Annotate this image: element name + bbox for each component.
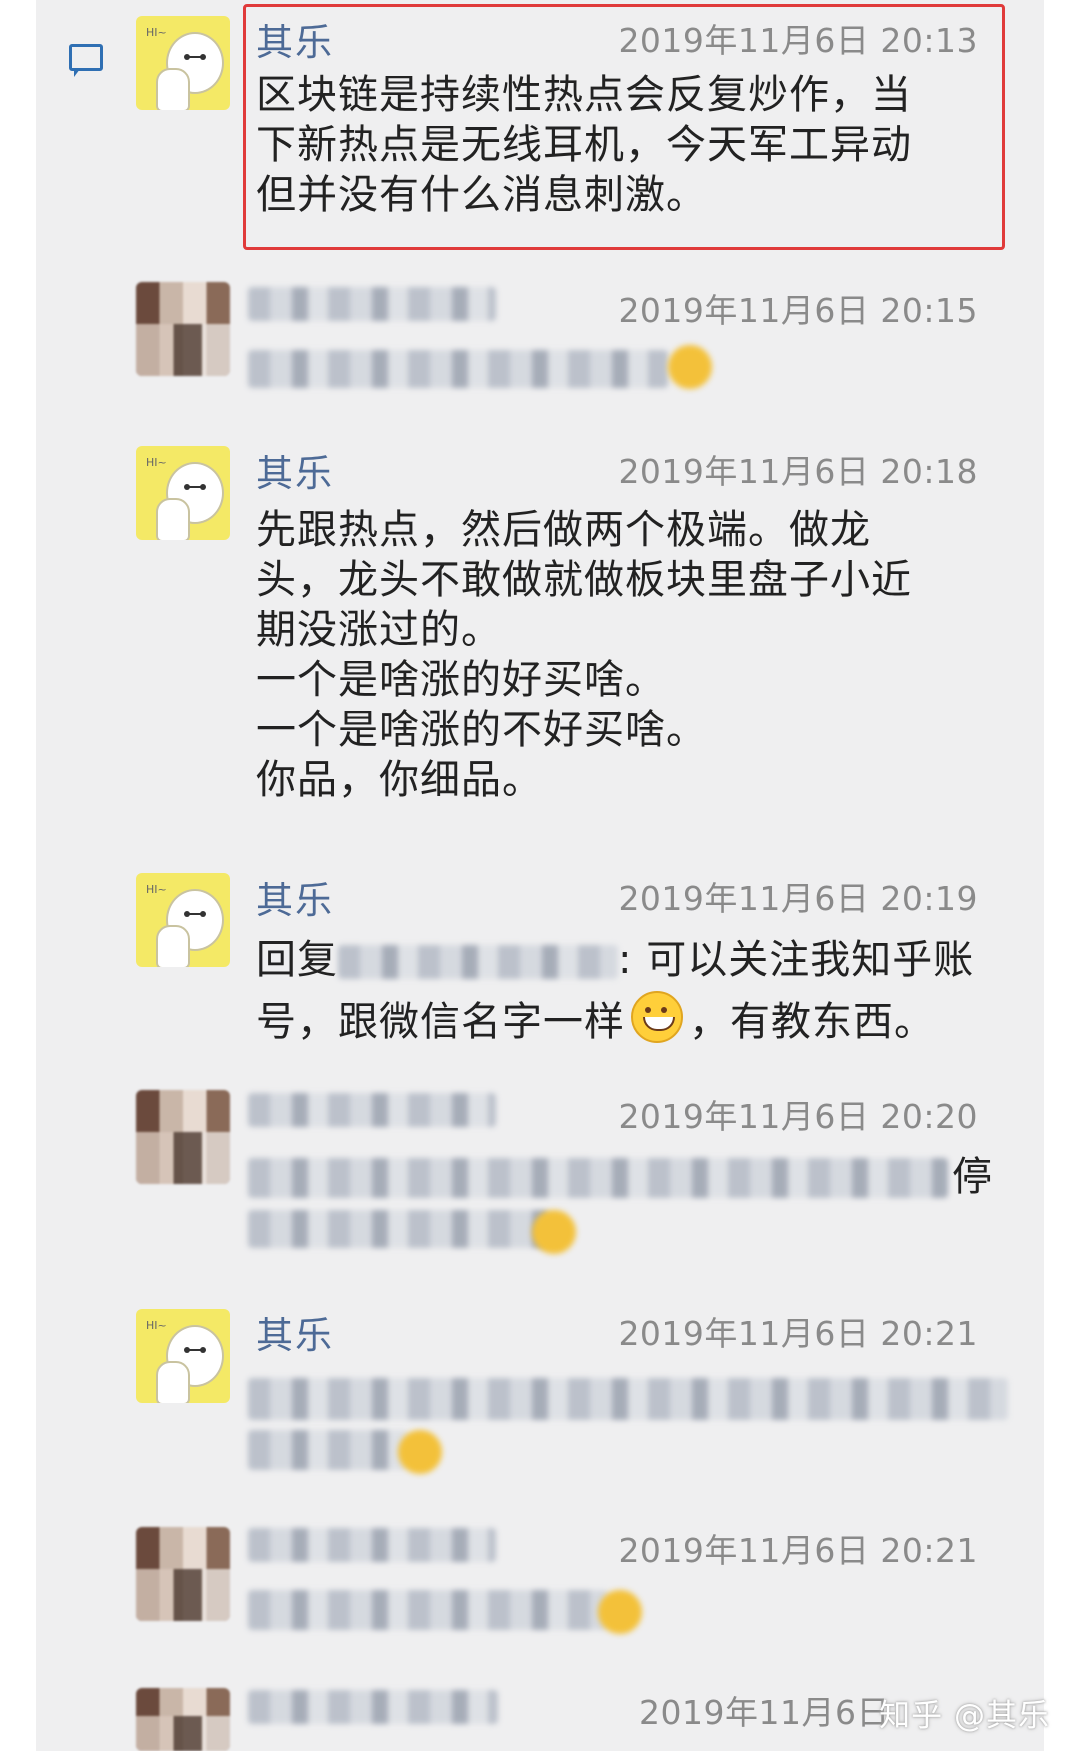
avatar[interactable] bbox=[136, 1090, 230, 1184]
sender-name[interactable]: 其乐 bbox=[256, 443, 334, 497]
avatar-baymax[interactable]: HI~ bbox=[136, 1309, 230, 1403]
blurred-name bbox=[248, 1528, 496, 1562]
blurred-text bbox=[248, 1430, 408, 1470]
timestamp: 2019年11月6日 20:21 bbox=[618, 1314, 978, 1353]
message-text: 回复: 可以关注我知乎账 号，跟微信名字一样 ，有教东西。 bbox=[256, 937, 975, 1045]
message-fragment: 停 bbox=[952, 1154, 993, 1200]
sender-name[interactable]: 其乐 bbox=[256, 870, 334, 924]
emoji-icon bbox=[668, 345, 712, 389]
message-text: 先跟热点，然后做两个极端。做龙 头，龙头不敢做就做板块里盘子小近 期没涨过的。 … bbox=[256, 507, 912, 803]
timestamp: 2019年11月6日 20:20 bbox=[618, 1097, 978, 1136]
timestamp: 2019年11月6日 20:19 bbox=[618, 879, 978, 918]
sender-name[interactable]: 其乐 bbox=[256, 12, 334, 66]
timestamp: 2019年11月6日 20:13 bbox=[618, 21, 978, 60]
avatar[interactable] bbox=[136, 282, 230, 376]
avatar[interactable] bbox=[136, 1527, 230, 1621]
emoji-icon bbox=[532, 1210, 576, 1254]
blurred-text bbox=[248, 350, 668, 388]
blurred-text bbox=[248, 1158, 948, 1198]
message-text: 区块链是持续性热点会反复炒作，当 下新热点是无线耳机，今天军工异动 但并没有什么… bbox=[256, 72, 912, 218]
watermark: 知乎 @其乐 bbox=[879, 1698, 1050, 1734]
blurred-name bbox=[338, 945, 618, 979]
avatar-baymax[interactable]: HI~ bbox=[136, 446, 230, 540]
blurred-name bbox=[248, 1690, 498, 1724]
reply-prefix: 回复 bbox=[256, 937, 338, 983]
avatar-baymax[interactable]: HI~ bbox=[136, 873, 230, 967]
timestamp: 2019年11月6日 20:21 bbox=[618, 1531, 978, 1570]
timestamp: 2019年11月6日 20:15 bbox=[618, 291, 978, 330]
blurred-text bbox=[248, 1378, 1008, 1420]
timestamp: 2019年11月6日 20:18 bbox=[618, 452, 978, 491]
avatar[interactable] bbox=[136, 1688, 230, 1751]
blurred-name bbox=[248, 287, 496, 321]
blurred-text bbox=[248, 1590, 608, 1630]
blurred-text bbox=[248, 1210, 548, 1248]
blurred-name bbox=[248, 1093, 496, 1127]
avatar-baymax[interactable]: HI~ bbox=[136, 16, 230, 110]
grinning-emoji-icon bbox=[631, 991, 683, 1043]
emoji-icon bbox=[398, 1430, 442, 1474]
emoji-icon bbox=[598, 1590, 642, 1634]
comment-icon[interactable] bbox=[69, 44, 103, 77]
reply-suffix: : 可以关注我知乎账 bbox=[618, 937, 975, 983]
timestamp: 2019年11月6日 bbox=[639, 1693, 890, 1732]
sender-name[interactable]: 其乐 bbox=[256, 1305, 334, 1359]
